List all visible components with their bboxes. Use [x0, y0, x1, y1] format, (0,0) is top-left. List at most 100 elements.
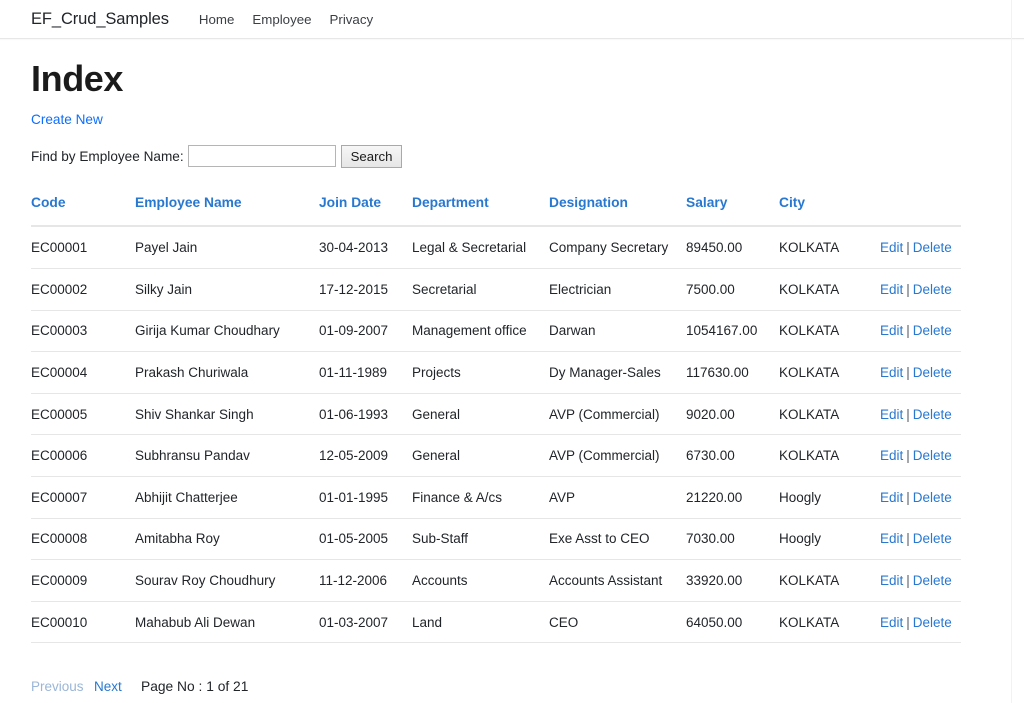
edit-link[interactable]: Edit — [880, 531, 903, 546]
cell-city: KOLKATA — [779, 351, 880, 394]
sort-link-code[interactable]: Code — [31, 195, 66, 210]
cell-join_date: 12-05-2009 — [319, 434, 412, 477]
table-row: EC00001 Payel Jain 30-04-2013 Legal & Secre… — [31, 226, 961, 269]
cell-salary: 89450.00 — [686, 226, 779, 269]
sort-link-salary[interactable]: Salary — [686, 195, 727, 210]
sort-link-employee-name[interactable]: Employee Name — [135, 195, 242, 210]
cell-salary: 7030.00 — [686, 518, 779, 561]
sort-link-department[interactable]: Department — [412, 195, 489, 210]
sort-link-join-date[interactable]: Join Date — [319, 195, 381, 210]
delete-link[interactable]: Delete — [913, 615, 952, 630]
table-row: EC00007 Abhijit Chatterjee 01-01-1995 Finan… — [31, 476, 961, 519]
create-new-link[interactable]: Create New — [31, 112, 103, 127]
table-row: EC00005 Shiv Shankar Singh 01-06-1993 Gener… — [31, 393, 961, 436]
cell-actions: Edit | Delete — [880, 310, 961, 353]
sort-link-designation[interactable]: Designation — [549, 195, 628, 210]
page-title: Index — [31, 58, 124, 99]
cell-department: Legal & Secretarial — [412, 226, 549, 269]
table-row: EC00006 Subhransu Pandav 12-05-2009 General… — [31, 434, 961, 477]
cell-city: Hoogly — [779, 476, 880, 519]
cell-join_date: 01-11-1989 — [319, 351, 412, 394]
column-header-designation: Designation — [549, 187, 686, 228]
delete-link[interactable]: Delete — [913, 531, 952, 546]
action-separator: | — [906, 281, 910, 297]
delete-link[interactable]: Delete — [913, 573, 952, 588]
pagination-next[interactable]: Next — [94, 679, 141, 694]
delete-link[interactable]: Delete — [913, 323, 952, 338]
cell-name: Sourav Roy Choudhury — [135, 559, 319, 602]
cell-actions: Edit | Delete — [880, 601, 961, 644]
navbar-brand[interactable]: EF_Crud_Samples — [31, 10, 169, 29]
cell-actions: Edit | Delete — [880, 518, 961, 561]
cell-actions: Edit | Delete — [880, 268, 961, 311]
cell-code: EC00009 — [31, 559, 135, 602]
edit-link[interactable]: Edit — [880, 615, 903, 630]
navbar-links: Home Employee Privacy — [190, 12, 382, 27]
cell-join_date: 01-01-1995 — [319, 476, 412, 519]
cell-name: Prakash Churiwala — [135, 351, 319, 394]
cell-department: Finance & A/cs — [412, 476, 549, 519]
cell-salary: 21220.00 — [686, 476, 779, 519]
column-header-join-date: Join Date — [319, 187, 412, 228]
table-row: EC00002 Silky Jain 17-12-2015 Secretarial El… — [31, 268, 961, 311]
search-input[interactable] — [187, 145, 336, 168]
cell-city: KOLKATA — [779, 268, 880, 311]
cell-join_date: 01-05-2005 — [319, 518, 412, 561]
cell-department: Sub-Staff — [412, 518, 549, 561]
edit-link[interactable]: Edit — [880, 573, 903, 588]
search-button[interactable]: Search — [340, 144, 403, 168]
cell-designation: Electrician — [549, 268, 686, 311]
cell-code: EC00005 — [31, 393, 135, 436]
employee-table: Code Employee Name Join Date Department … — [31, 187, 961, 644]
edit-link[interactable]: Edit — [880, 490, 903, 505]
delete-link[interactable]: Delete — [913, 365, 952, 380]
delete-link[interactable]: Delete — [913, 282, 952, 297]
action-separator: | — [906, 323, 910, 339]
page-edge-line — [1011, 0, 1012, 703]
cell-join_date: 17-12-2015 — [319, 268, 412, 311]
edit-link[interactable]: Edit — [880, 323, 903, 338]
delete-link[interactable]: Delete — [913, 448, 952, 463]
cell-salary: 1054167.00 — [686, 310, 779, 353]
cell-code: EC00004 — [31, 351, 135, 394]
edit-link[interactable]: Edit — [880, 407, 903, 422]
cell-name: Subhransu Pandav — [135, 434, 319, 477]
cell-city: Hoogly — [779, 518, 880, 561]
cell-salary: 6730.00 — [686, 434, 779, 477]
cell-city: KOLKATA — [779, 559, 880, 602]
delete-link[interactable]: Delete — [913, 490, 952, 505]
cell-actions: Edit | Delete — [880, 559, 961, 602]
cell-designation: CEO — [549, 601, 686, 644]
table-header: Code Employee Name Join Date Department … — [31, 187, 961, 228]
sort-link-city[interactable]: City — [779, 195, 805, 210]
cell-name: Mahabub Ali Dewan — [135, 601, 319, 644]
edit-link[interactable]: Edit — [880, 240, 903, 255]
cell-actions: Edit | Delete — [880, 476, 961, 519]
cell-actions: Edit | Delete — [880, 226, 961, 269]
cell-designation: AVP (Commercial) — [549, 393, 686, 436]
delete-link[interactable]: Delete — [913, 240, 952, 255]
pagination-previous[interactable]: Previous — [31, 679, 94, 694]
edit-link[interactable]: Edit — [880, 448, 903, 463]
cell-city: KOLKATA — [779, 434, 880, 477]
nav-link-employee[interactable]: Employee — [243, 12, 320, 27]
edit-link[interactable]: Edit — [880, 365, 903, 380]
cell-name: Amitabha Roy — [135, 518, 319, 561]
page-content: Index Create New Find by Employee Name: … — [0, 58, 1024, 694]
table-header-row: Code Employee Name Join Date Department … — [31, 187, 961, 228]
cell-join_date: 01-06-1993 — [319, 393, 412, 436]
cell-salary: 33920.00 — [686, 559, 779, 602]
cell-department: Projects — [412, 351, 549, 394]
cell-city: KOLKATA — [779, 226, 880, 269]
action-separator: | — [906, 531, 910, 547]
pagination-info: Page No : 1 of 21 — [141, 679, 249, 695]
cell-designation: Darwan — [549, 310, 686, 353]
cell-actions: Edit | Delete — [880, 434, 961, 477]
edit-link[interactable]: Edit — [880, 282, 903, 297]
delete-link[interactable]: Delete — [913, 407, 952, 422]
nav-link-privacy[interactable]: Privacy — [321, 12, 383, 27]
column-header-actions — [880, 187, 961, 228]
nav-link-home[interactable]: Home — [190, 12, 243, 27]
cell-department: General — [412, 393, 549, 436]
action-separator: | — [906, 448, 910, 464]
